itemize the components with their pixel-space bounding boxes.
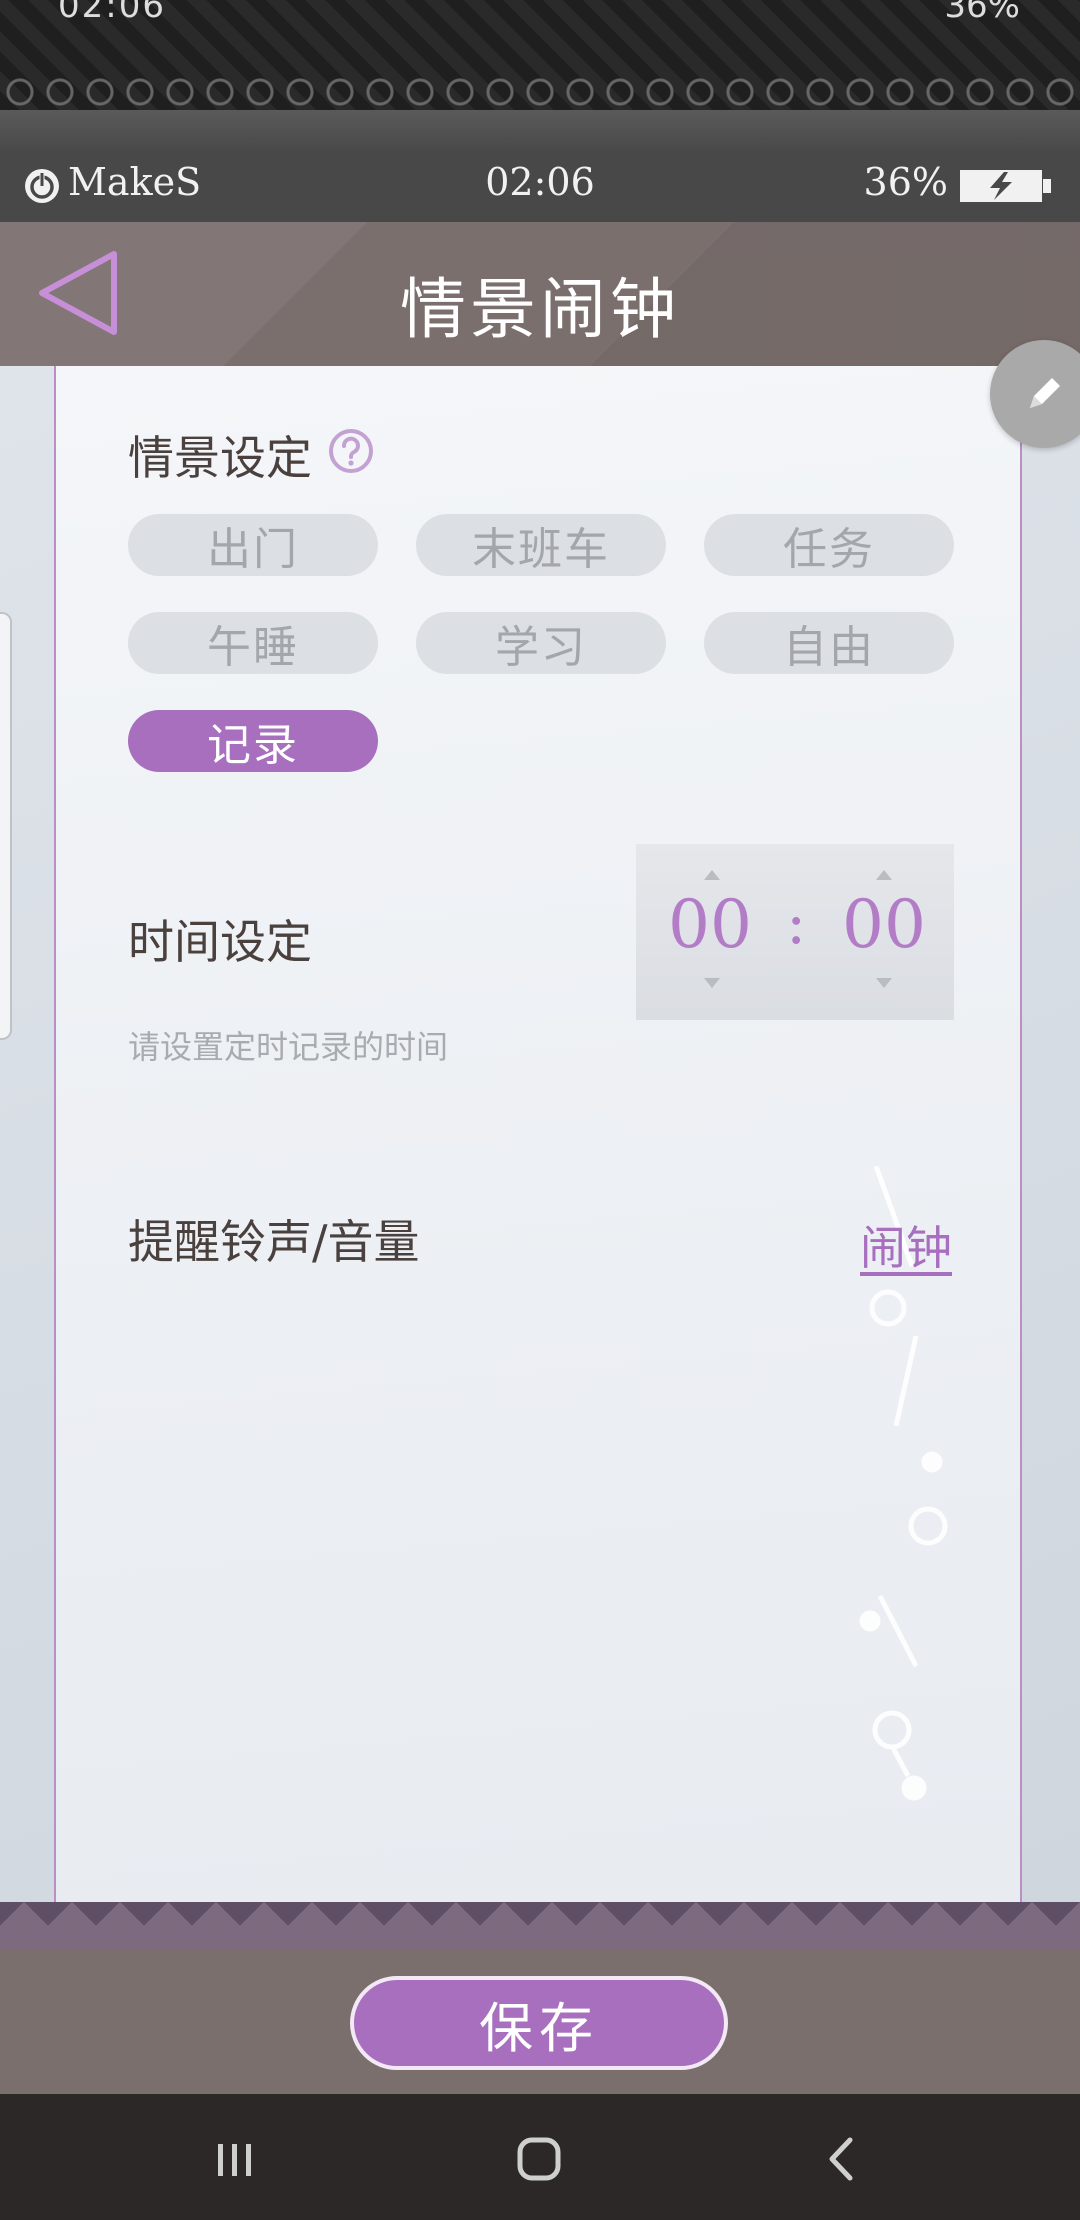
system-status-bar: 02:06 36% xyxy=(0,0,1080,150)
scenario-chip-last-train[interactable]: 末班车 xyxy=(416,514,666,576)
pencil-icon xyxy=(1030,378,1060,408)
scenario-chip-task[interactable]: 任务 xyxy=(704,514,954,576)
time-hint: 请设置定时记录的时间 xyxy=(128,1028,449,1066)
ringtone-link[interactable]: 闹钟 xyxy=(860,1212,952,1278)
time-separator: : xyxy=(786,888,807,958)
time-picker: 00 : 00 xyxy=(636,844,954,1020)
time-setting-label: 时间设定 xyxy=(128,915,312,969)
lace-decoration xyxy=(0,72,1080,112)
page-title: 情景闹钟 xyxy=(400,271,680,348)
app-header: 情景闹钟 xyxy=(0,222,1080,366)
side-drawer-handle[interactable] xyxy=(0,612,12,1040)
home-icon[interactable] xyxy=(504,2124,574,2194)
hour-up-arrow-icon[interactable] xyxy=(704,870,720,880)
lace-band xyxy=(0,110,1080,150)
system-time: 02:06 xyxy=(58,0,166,26)
zigzag-divider xyxy=(0,1902,1080,1950)
app-status-bar: MakeS 02:06 36% xyxy=(0,150,1080,222)
recent-apps-icon[interactable] xyxy=(200,2124,270,2194)
minute-down-arrow-icon[interactable] xyxy=(876,978,892,988)
scenario-label: 情景设定 xyxy=(128,431,312,485)
scenario-chip-go-out[interactable]: 出门 xyxy=(128,514,378,576)
minute-value[interactable]: 00 xyxy=(842,886,926,963)
scenario-chip-record[interactable]: 记录 xyxy=(128,710,378,772)
minute-up-arrow-icon[interactable] xyxy=(876,870,892,880)
ringtone-label: 提醒铃声/音量 xyxy=(128,1215,420,1269)
scenario-chip-nap[interactable]: 午睡 xyxy=(128,612,378,674)
scenario-chip-study[interactable]: 学习 xyxy=(416,612,666,674)
hour-down-arrow-icon[interactable] xyxy=(704,978,720,988)
system-battery: 36% xyxy=(944,0,1020,26)
scenario-chip-free[interactable]: 自由 xyxy=(704,612,954,674)
back-icon[interactable] xyxy=(806,2124,876,2194)
save-button[interactable]: 保存 xyxy=(350,1976,728,2070)
navigation-bar xyxy=(0,2094,1080,2220)
settings-card: 情景设定 出门 末班车 任务 午睡 学习 自由 记录 时间设定 00 : 00 … xyxy=(54,366,1022,1902)
help-icon[interactable] xyxy=(328,428,374,474)
battery-charging-icon xyxy=(960,170,1051,202)
hour-value[interactable]: 00 xyxy=(668,886,752,963)
battery-percentage: 36% xyxy=(863,160,948,204)
footer-bar: 保存 xyxy=(0,1950,1080,2094)
